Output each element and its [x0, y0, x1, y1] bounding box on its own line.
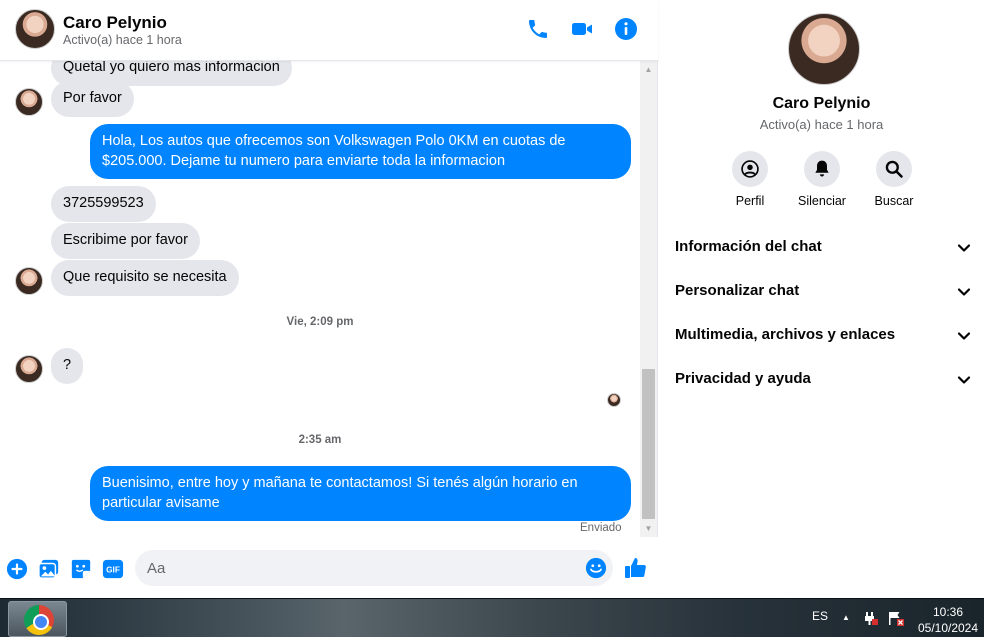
contact-avatar[interactable]	[15, 9, 55, 49]
seen-indicator-avatar	[607, 393, 621, 407]
video-call-icon[interactable]	[570, 17, 594, 41]
phone-icon[interactable]	[526, 17, 550, 41]
chevron-down-icon	[956, 372, 972, 388]
chevron-down-icon	[956, 284, 972, 300]
message-list[interactable]: Quetal yo quiero mas informacion Por fav…	[0, 61, 640, 537]
profile-button[interactable]: Perfil	[710, 151, 790, 208]
bell-icon[interactable]	[804, 151, 840, 187]
tray-expand-icon[interactable]: ▲	[842, 613, 850, 622]
message-outgoing[interactable]: Hola, Los autos que ofrecemos son Volksw…	[90, 124, 631, 179]
message-incoming[interactable]: 3725599523	[51, 186, 156, 222]
profile-label: Perfil	[735, 194, 765, 208]
chat-window: Caro Pelynio Activo(a) hace 1 hora Queta…	[0, 0, 658, 598]
chrome-taskbar-button[interactable]	[8, 601, 67, 637]
mute-label: Silenciar	[798, 194, 846, 208]
sticker-icon[interactable]	[70, 558, 92, 580]
gif-icon[interactable]: GIF	[102, 558, 124, 580]
section-label: Personalizar chat	[675, 282, 800, 299]
message-outgoing[interactable]: Buenisimo, entre hoy y mañana te contact…	[90, 466, 631, 521]
scroll-down-arrow-icon[interactable]: ▼	[640, 520, 657, 537]
emoji-icon[interactable]	[585, 557, 607, 579]
section-chat-info[interactable]: Información del chat	[659, 226, 984, 270]
clock-time: 10:36	[932, 605, 964, 619]
search-button[interactable]: Buscar	[854, 151, 934, 208]
message-avatar	[15, 88, 43, 116]
section-label: Privacidad y ayuda	[675, 370, 811, 387]
network-flag-icon[interactable]	[888, 610, 904, 626]
scroll-thumb[interactable]	[642, 369, 655, 519]
plus-icon[interactable]	[6, 558, 28, 580]
info-icon[interactable]	[614, 17, 638, 41]
system-clock[interactable]: 10:36 05/10/2024	[916, 604, 980, 636]
search-label: Buscar	[874, 194, 914, 208]
language-indicator[interactable]: ES	[812, 609, 828, 623]
section-label: Información del chat	[675, 238, 822, 255]
sent-status: Enviado	[580, 522, 622, 534]
profile-avatar[interactable]	[788, 13, 860, 85]
clock-date: 05/10/2024	[917, 621, 979, 635]
message-scrollbar[interactable]: ▲ ▼	[640, 61, 657, 537]
chevron-down-icon	[956, 328, 972, 344]
user-circle-icon[interactable]	[732, 151, 768, 187]
message-input[interactable]	[135, 550, 613, 586]
message-incoming[interactable]: ?	[51, 348, 84, 384]
section-customize-chat[interactable]: Personalizar chat	[659, 270, 984, 314]
message-incoming[interactable]: Escribime por favor	[51, 223, 200, 259]
timestamp: Vie, 2:09 pm	[286, 316, 354, 328]
profile-status: Activo(a) hace 1 hora	[759, 117, 884, 132]
search-icon[interactable]	[876, 151, 912, 187]
thumbs-up-icon[interactable]	[624, 556, 648, 580]
message-incoming[interactable]: Por favor	[51, 81, 134, 117]
scroll-up-arrow-icon[interactable]: ▲	[640, 61, 657, 78]
contact-name[interactable]: Caro Pelynio	[63, 13, 167, 33]
section-privacy-help[interactable]: Privacidad y ayuda	[659, 358, 984, 402]
section-label: Multimedia, archivos y enlaces	[675, 326, 896, 343]
power-plug-icon[interactable]	[862, 610, 878, 626]
message-avatar	[15, 355, 43, 383]
contact-status: Activo(a) hace 1 hora	[63, 33, 182, 47]
windows-taskbar: ES ▲ 10:36 05/10/2024	[0, 598, 984, 637]
timestamp: 2:35 am	[298, 434, 342, 446]
profile-name[interactable]: Caro Pelynio	[659, 95, 984, 113]
gif-label: GIF	[106, 566, 120, 575]
chrome-icon	[24, 605, 54, 635]
chevron-down-icon	[956, 240, 972, 256]
chat-header: Caro Pelynio Activo(a) hace 1 hora	[0, 0, 658, 61]
mute-button[interactable]: Silenciar	[782, 151, 862, 208]
message-avatar	[15, 267, 43, 295]
message-incoming[interactable]: Que requisito se necesita	[51, 260, 239, 296]
conversation-info-panel: Caro Pelynio Activo(a) hace 1 hora Perfi…	[659, 0, 984, 598]
section-media-files-links[interactable]: Multimedia, archivos y enlaces	[659, 314, 984, 358]
composer: GIF	[0, 537, 658, 598]
photo-icon[interactable]	[38, 558, 60, 580]
